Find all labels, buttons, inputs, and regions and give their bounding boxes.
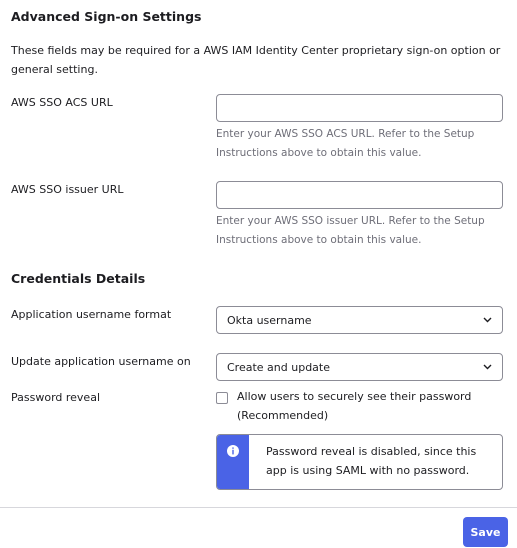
password-reveal-notice: Password reveal is disabled, since this … [216, 434, 503, 490]
update-on-select[interactable]: Create and update [216, 353, 503, 381]
chevron-down-icon [482, 315, 492, 325]
issuer-url-help: Enter your AWS SSO issuer URL. Refer to … [216, 215, 485, 246]
save-button[interactable]: Save [463, 517, 508, 547]
username-format-select[interactable]: Okta username [216, 306, 503, 334]
acs-url-label: AWS SSO ACS URL [11, 96, 113, 109]
footer-divider [0, 507, 517, 508]
acs-url-help: Enter your AWS SSO ACS URL. Refer to the… [216, 128, 475, 159]
password-reveal-label: Password reveal [11, 391, 100, 404]
issuer-url-label: AWS SSO issuer URL [11, 183, 124, 196]
password-reveal-checkbox-label[interactable]: Allow users to securely see their passwo… [237, 387, 497, 425]
notice-accent-stripe [217, 435, 249, 489]
issuer-url-input[interactable] [216, 181, 503, 209]
update-on-value: Create and update [227, 360, 330, 374]
password-reveal-notice-text: Password reveal is disabled, since this … [266, 445, 477, 477]
password-reveal-checkbox[interactable] [216, 392, 228, 404]
update-on-label: Update application username on [11, 355, 191, 368]
credentials-heading: Credentials Details [11, 271, 146, 286]
info-icon [227, 445, 239, 457]
advanced-sign-on-form: Advanced Sign-on Settings These fields m… [0, 0, 517, 548]
acs-url-input[interactable] [216, 94, 503, 122]
chevron-down-icon [482, 362, 492, 372]
advanced-settings-intro: These fields may be required for a AWS I… [11, 44, 501, 76]
advanced-settings-heading: Advanced Sign-on Settings [11, 9, 202, 24]
username-format-label: Application username format [11, 308, 172, 321]
username-format-value: Okta username [227, 313, 312, 327]
